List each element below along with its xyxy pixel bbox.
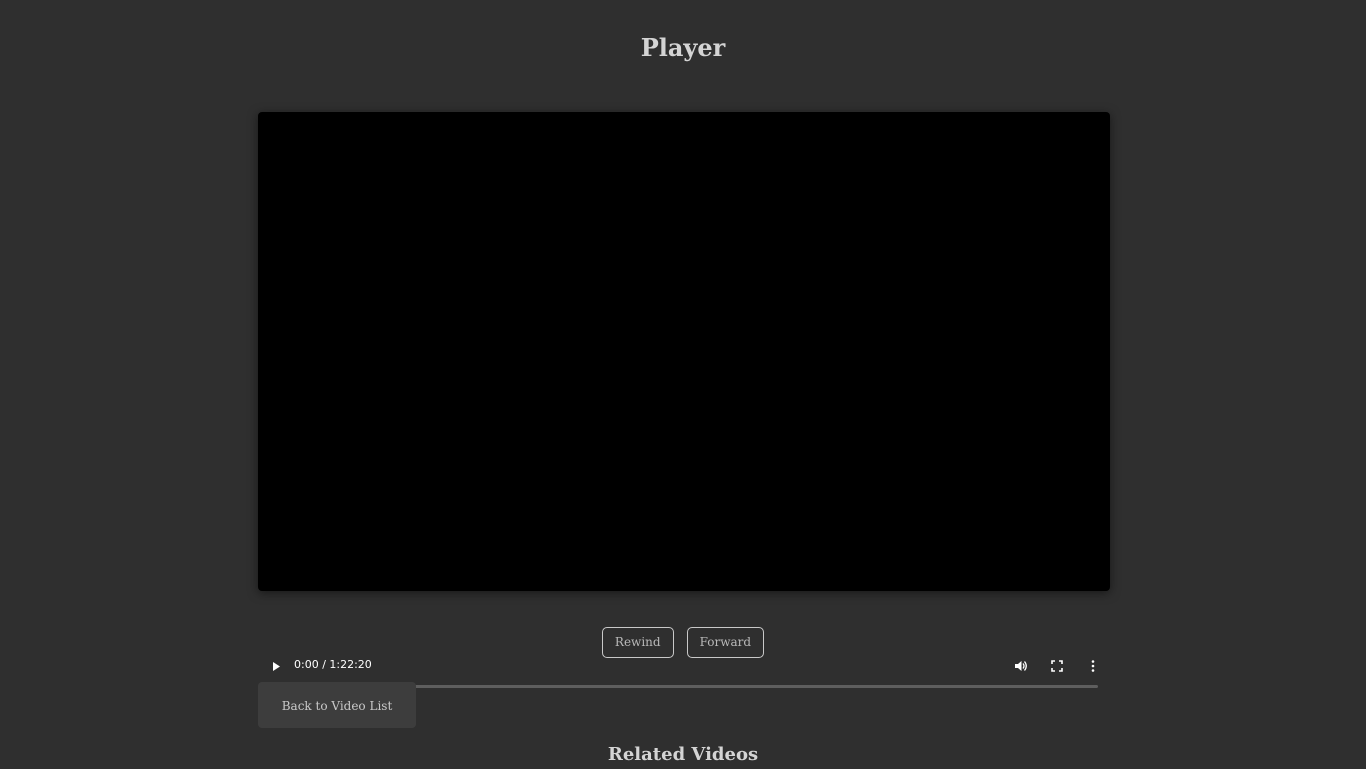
more-options-icon[interactable] [1086, 659, 1100, 673]
rewind-button[interactable]: Rewind [601, 627, 674, 658]
fullscreen-icon[interactable] [1050, 659, 1064, 673]
related-videos-title: Related Videos [607, 744, 759, 765]
video-player[interactable]: 0:00 / 1:22:20 [258, 112, 1110, 688]
page-title: Player [640, 33, 726, 62]
time-readout: 0:00 / 1:22:20 [294, 658, 372, 671]
forward-button[interactable]: Forward [686, 627, 765, 658]
volume-icon[interactable] [1014, 659, 1028, 673]
back-to-video-list-button[interactable]: Back to Video List [258, 682, 416, 728]
seek-controls: Rewind Forward [0, 627, 1366, 658]
